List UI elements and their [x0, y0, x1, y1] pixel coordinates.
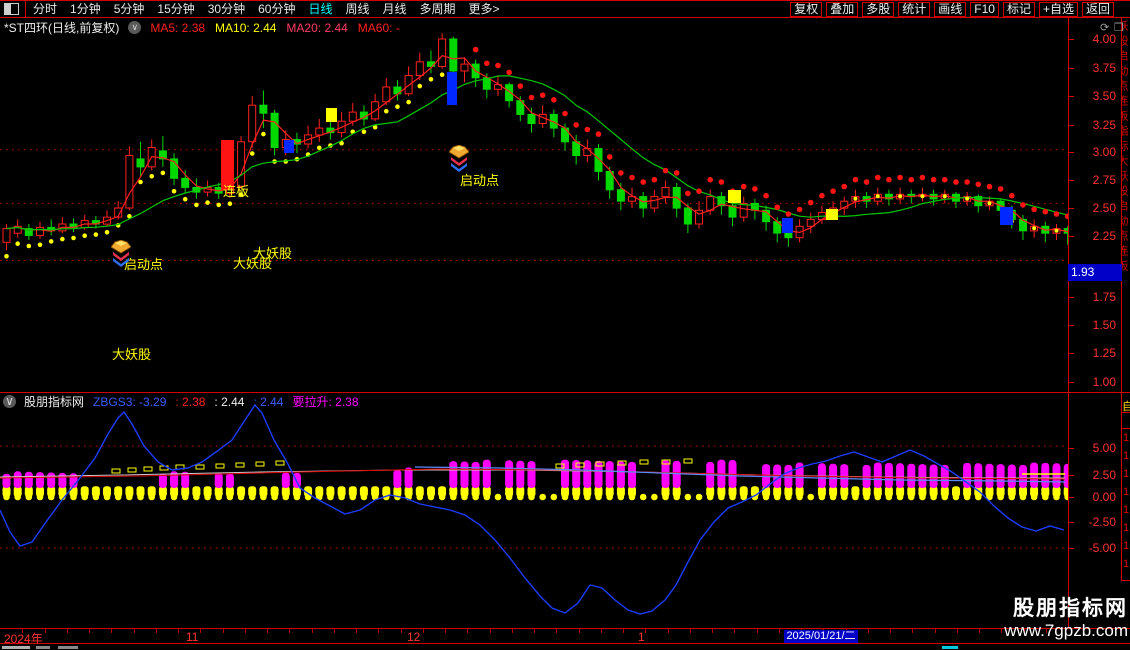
period-item-月线[interactable]: 月线 — [383, 1, 407, 17]
watermark: 股朋指标网 www.7gpzb.com — [930, 597, 1128, 640]
period-item-60分钟[interactable]: 60分钟 — [258, 1, 295, 17]
date-label: 1 — [638, 630, 645, 644]
ma-value: MA20: 2.44 — [286, 20, 348, 35]
period-item-周线[interactable]: 周线 — [345, 1, 369, 17]
period-item-多周期[interactable]: 多周期 — [420, 1, 456, 17]
axis-label: 2.75 — [1092, 173, 1116, 187]
period-item-日线[interactable]: 日线 — [308, 1, 332, 17]
axis-label: 3.75 — [1092, 61, 1116, 75]
toolbar-button-叠加[interactable]: 叠加 — [826, 1, 859, 17]
ma-value: MA60: - — [357, 20, 400, 35]
toolbar-button-复权[interactable]: 复权 — [790, 1, 823, 17]
axis-label: 1.50 — [1092, 318, 1116, 332]
axis-divider — [1068, 18, 1069, 644]
period-item-1分钟[interactable]: 1分钟 — [70, 1, 101, 17]
indicator-value: 要拉升: 2.38 — [292, 394, 359, 409]
status-fragment — [2, 646, 30, 649]
status-fragment — [942, 646, 958, 649]
watermark-site-name: 股朋指标网 — [1013, 597, 1128, 620]
indicator-value: : 2.44 — [214, 394, 245, 409]
axis-label: 3.50 — [1092, 89, 1116, 103]
watermark-url: www.7gpzb.com — [1004, 621, 1128, 640]
indicator-values: 股朋指标网 ZBGS3: -3.29 : 2.38 : 2.44 : 2.44 要拉升: … — [24, 393, 368, 410]
indicator-value: 股朋指标网 — [24, 394, 85, 409]
date-label: 11 — [186, 630, 199, 644]
toolbar: 分时 1分钟 5分钟 15分钟 30分钟 60分钟 日线 周线 月线 多周期 更多> 复权 叠加 多股统… — [0, 0, 1130, 18]
chart-label-大妖股: 大妖股 — [253, 246, 293, 261]
axis-label: 3.00 — [1092, 145, 1116, 159]
right-strip-divider — [1121, 18, 1122, 580]
toolbar-button-画线[interactable]: 画线 — [934, 1, 967, 17]
axis-label: 1.25 — [1092, 346, 1116, 360]
axis-label: 0.00 — [1092, 490, 1116, 504]
status-fragment — [58, 646, 78, 649]
period-item-15分钟[interactable]: 15分钟 — [157, 1, 194, 17]
axis-label: -2.50 — [1088, 515, 1116, 529]
right-edge-vertical-text: 妖股启动点连板指标大妖股启动点连板 — [1122, 20, 1128, 275]
indicator-value: : 2.38 — [175, 394, 206, 409]
chevron-down-icon[interactable]: ∨ — [3, 394, 16, 408]
ma-values: MA5: 2.38 MA10: 2.44 MA20: 2.44 MA60: - — [150, 19, 409, 37]
axis-label: 4.00 — [1092, 32, 1116, 46]
refresh-icon[interactable]: ⟳ — [1100, 21, 1109, 34]
toolbar-button-标记[interactable]: 标记 — [1002, 1, 1035, 17]
axis-label: 5.00 — [1092, 441, 1116, 455]
toolbar-button-多股[interactable]: 多股 — [862, 1, 895, 17]
axis-label: 2.25 — [1092, 229, 1116, 243]
main-chart-canvas[interactable] — [0, 18, 1068, 394]
axis-label: 3.25 — [1092, 118, 1116, 132]
chevron-down-icon[interactable]: ∨ — [128, 21, 142, 34]
window-layout-icon[interactable] — [4, 3, 19, 15]
toolbar-button-F10[interactable]: F10 — [970, 1, 999, 17]
ma-value: MA5: 2.38 — [150, 20, 206, 35]
last-price-tag: 1.93 — [1068, 264, 1122, 281]
axis-label: 1.00 — [1092, 375, 1116, 389]
period-item-5分钟[interactable]: 5分钟 — [114, 1, 145, 17]
axis-label: -5.00 — [1088, 541, 1116, 555]
toolbar-separator — [25, 1, 26, 17]
indicator-value: ZBGS3: -3.29 — [93, 394, 167, 409]
chart-label-连板: 连板 — [223, 184, 250, 199]
date-label: 12 — [407, 630, 421, 644]
axis-label: 1.75 — [1092, 290, 1116, 304]
status-fragment — [36, 646, 50, 649]
axis-label: 2.50 — [1092, 201, 1116, 215]
period-item-更多>[interactable]: 更多> — [469, 1, 500, 17]
chart-label-大妖股: 大妖股 — [112, 347, 152, 362]
title-row: *ST四环(日线,前复权) ∨ MA5: 2.38 MA10: 2.44 MA20:… — [4, 19, 410, 37]
period-menu: 分时 1分钟 5分钟 15分钟 30分钟 60分钟 日线 周线 月线 多周期 更多> — [33, 1, 500, 17]
toolbar-button-统计[interactable]: 统计 — [898, 1, 931, 17]
indicator-chart-canvas[interactable] — [0, 392, 1068, 628]
axis-label: 2.50 — [1092, 468, 1116, 482]
panel-icon[interactable]: ❒ — [1114, 21, 1124, 34]
selected-date-badge: 2025/01/21/二 — [784, 630, 858, 643]
indicator-header: ∨ 股朋指标网 ZBGS3: -3.29 : 2.38 : 2.44 : 2.44 要拉升… — [3, 393, 368, 410]
period-item-分时[interactable]: 分时 — [33, 1, 57, 17]
symbol-title: *ST四环(日线,前复权) — [4, 21, 120, 35]
date-label: 2024年 — [4, 632, 43, 646]
toolbar-button-返回[interactable]: 返回 — [1081, 1, 1114, 17]
toolbar-buttons: 复权 叠加 多股 统计 画线 F10 标记 +自选 返回 — [790, 1, 1114, 17]
period-item-30分钟[interactable]: 30分钟 — [208, 1, 245, 17]
toolbar-button-+自选[interactable]: +自选 — [1038, 1, 1078, 17]
indicator-value: : 2.44 — [253, 394, 284, 409]
ma-value: MA10: 2.44 — [215, 20, 277, 35]
